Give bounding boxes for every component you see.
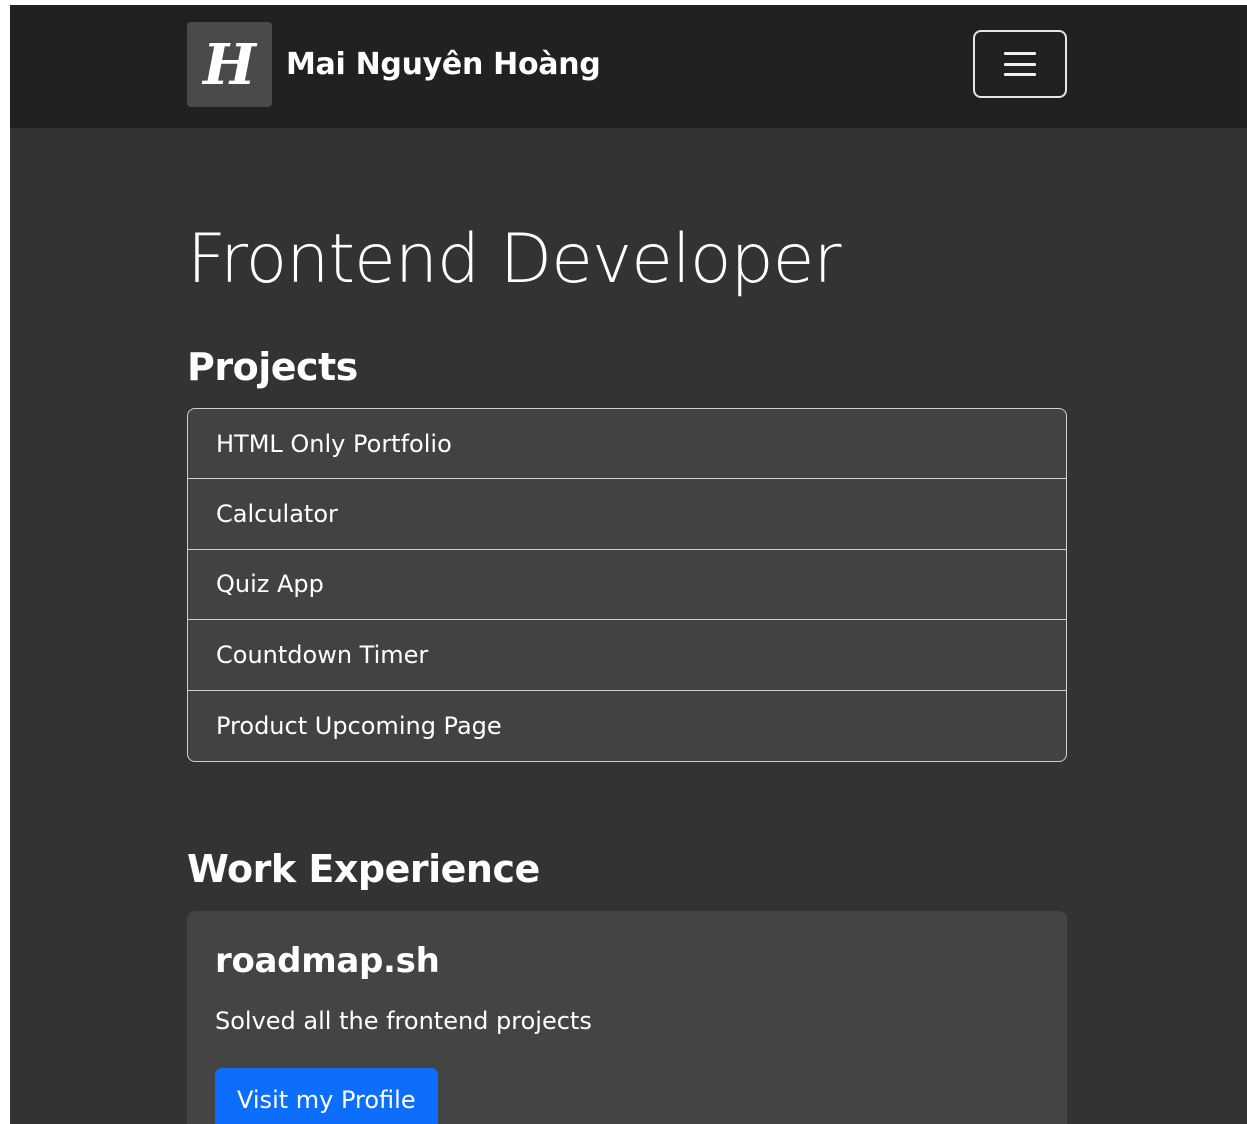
project-item-html-only-portfolio[interactable]: HTML Only Portfolio [188, 409, 1066, 480]
projects-list: HTML Only Portfolio Calculator Quiz App … [187, 408, 1067, 762]
navbar-toggler-button[interactable] [973, 30, 1067, 98]
project-item-countdown-timer[interactable]: Countdown Timer [188, 620, 1066, 691]
navbar-brand[interactable]: H Mai Nguyên Hoàng [187, 22, 601, 107]
card-text: Solved all the frontend projects [215, 1007, 592, 1035]
logo-letter: H [203, 31, 256, 98]
project-item-quiz-app[interactable]: Quiz App [188, 550, 1066, 621]
work-experience-heading: Work Experience [187, 847, 540, 891]
brand-name: Mai Nguyên Hoàng [286, 47, 601, 82]
page-title: Frontend Developer [187, 220, 841, 299]
projects-heading: Projects [187, 345, 358, 389]
logo: H [187, 22, 272, 107]
visit-profile-button[interactable]: Visit my Profile [215, 1068, 438, 1124]
project-item-calculator[interactable]: Calculator [188, 479, 1066, 550]
work-experience-card: roadmap.sh Solved all the frontend proje… [187, 911, 1067, 1124]
card-title: roadmap.sh [215, 941, 440, 981]
hamburger-menu-icon [1004, 52, 1036, 76]
navbar: H Mai Nguyên Hoàng [10, 5, 1247, 128]
project-item-product-upcoming-page[interactable]: Product Upcoming Page [188, 691, 1066, 761]
page: H Mai Nguyên Hoàng Frontend Developer Pr… [10, 5, 1247, 1124]
